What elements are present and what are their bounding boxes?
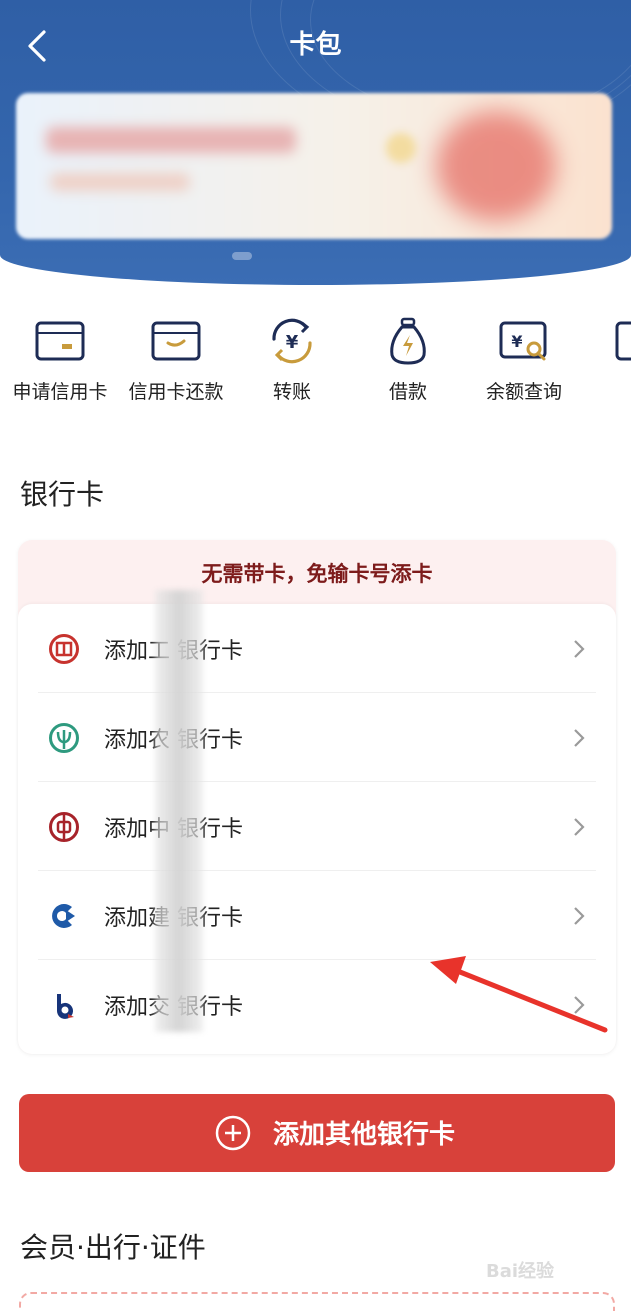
money-bag-loan-icon: [390, 317, 426, 365]
page-title: 卡包: [289, 30, 342, 60]
watermark-logo: Bai经验: [486, 1245, 598, 1282]
add-bank-row-icbc[interactable]: 添加工 银行卡: [38, 604, 596, 693]
abc-logo-icon: [49, 723, 79, 753]
membership-section-title: 会员·出行·证件: [20, 1231, 206, 1264]
quick-action-label: 借款: [388, 381, 427, 403]
banner-pagination: [232, 252, 252, 260]
credit-card-apply-icon: [35, 321, 85, 361]
chevron-right-icon: [574, 640, 585, 658]
ccb-logo-icon: [52, 904, 75, 928]
credit-card-repay-icon: [151, 321, 201, 361]
privacy-blur-mask: [155, 590, 203, 1032]
balance-search-icon: ¥: [499, 321, 547, 361]
add-bank-row-abc[interactable]: 添加农 银行卡: [38, 693, 596, 782]
add-bank-row-ccb[interactable]: 添加建 银行卡: [38, 871, 596, 960]
yuan-transfer-icon: ¥: [272, 318, 312, 364]
quick-action-loan[interactable]: 借款: [350, 315, 466, 404]
quick-action-label: 余额查询: [485, 381, 562, 403]
plus-circle-icon: [215, 1115, 251, 1151]
quick-actions-row: 申请信用卡 信用卡还款 ¥ 转账 借款 ¥ 余额查询: [0, 315, 631, 415]
bocom-logo-icon: [57, 994, 74, 1019]
watermark-text: Bai经验: [486, 1261, 555, 1282]
add-other-bank-card-button[interactable]: 添加其他银行卡: [19, 1094, 615, 1172]
add-other-button-label: 添加其他银行卡: [273, 1120, 456, 1150]
chevron-right-icon: [574, 818, 585, 836]
quick-action-fund[interactable]: 基: [582, 315, 631, 404]
fund-icon: [615, 321, 631, 361]
quick-action-label: 转账: [272, 381, 311, 403]
svg-text:¥: ¥: [286, 332, 299, 353]
top-bar: 卡包: [0, 0, 631, 90]
bank-card-section-title: 银行卡: [20, 478, 105, 511]
promo-text: 无需带卡，免输卡号添卡: [201, 562, 433, 586]
membership-card-placeholder[interactable]: [19, 1292, 615, 1311]
annotation-arrow-icon: [430, 956, 608, 1033]
svg-text:¥: ¥: [511, 332, 522, 351]
quick-action-label: 申请信用卡: [12, 381, 108, 403]
chevron-right-icon: [574, 907, 585, 925]
add-bank-row-boc[interactable]: 添加中 银行卡: [38, 782, 596, 871]
boc-logo-icon: [49, 812, 79, 842]
quick-action-label: 信用卡还款: [128, 381, 224, 403]
promo-banner[interactable]: [16, 93, 612, 239]
icbc-logo-icon: [49, 634, 79, 664]
quick-action-credit-card-repay[interactable]: 信用卡还款: [118, 315, 234, 404]
quick-action-label: 基: [582, 377, 631, 404]
quick-action-transfer[interactable]: ¥ 转账: [234, 315, 350, 404]
chevron-right-icon: [574, 729, 585, 747]
quick-action-balance-inquiry[interactable]: ¥ 余额查询: [466, 315, 582, 404]
quick-action-apply-credit-card[interactable]: 申请信用卡: [2, 315, 118, 404]
